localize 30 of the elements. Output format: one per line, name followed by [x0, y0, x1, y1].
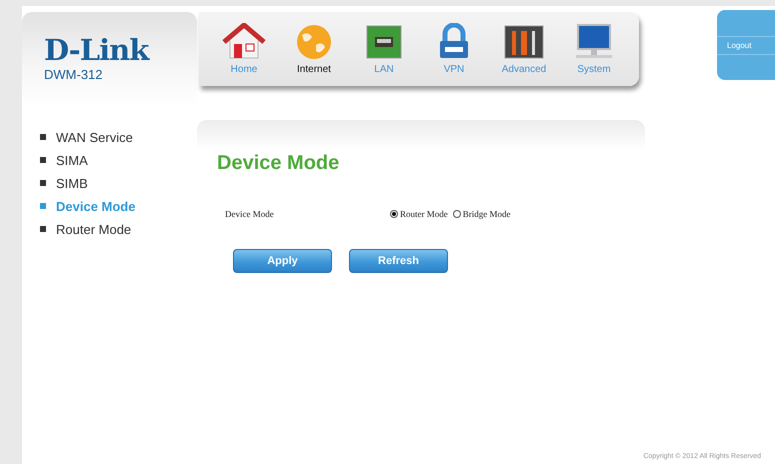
bullet-icon — [40, 226, 46, 232]
house-icon — [222, 23, 266, 61]
tools-icon — [503, 23, 545, 61]
radio-icon[interactable] — [390, 210, 398, 218]
sidebar-item[interactable]: Router Mode — [40, 220, 197, 238]
field-label: Device Mode — [224, 209, 275, 219]
sidebar-item[interactable]: SIMA — [40, 151, 197, 169]
sidebar-item[interactable]: WAN Service — [40, 128, 197, 146]
nav-tab[interactable]: Home — [213, 23, 275, 75]
nav-tab[interactable]: LAN — [353, 23, 415, 75]
sidebar-item[interactable]: Device Mode — [40, 197, 197, 215]
bullet-icon — [40, 134, 46, 140]
brand-logo: D-Link — [44, 36, 150, 65]
nav-tab[interactable]: Advanced — [493, 23, 555, 75]
bullet-icon — [40, 180, 46, 186]
model-name: DWM-312 — [44, 67, 104, 82]
nav-tab[interactable]: VPN — [423, 23, 485, 75]
radio-option[interactable]: Bridge Mode — [452, 209, 510, 219]
ethernet-port-icon — [364, 23, 404, 61]
radio-icon[interactable] — [452, 210, 461, 218]
bullet-icon — [40, 157, 46, 163]
page-title: Device Mode — [217, 152, 340, 175]
nav-tab[interactable]: System — [563, 23, 625, 75]
logout-link[interactable]: Logout — [717, 36, 775, 54]
radio-option[interactable]: Router Mode — [390, 209, 448, 219]
sidebar-item[interactable]: SIMB — [40, 174, 197, 192]
action-button[interactable]: Refresh — [349, 249, 448, 273]
action-button[interactable]: Apply — [233, 249, 332, 273]
bullet-icon — [40, 203, 46, 209]
nav-tab[interactable]: Internet — [283, 23, 345, 75]
